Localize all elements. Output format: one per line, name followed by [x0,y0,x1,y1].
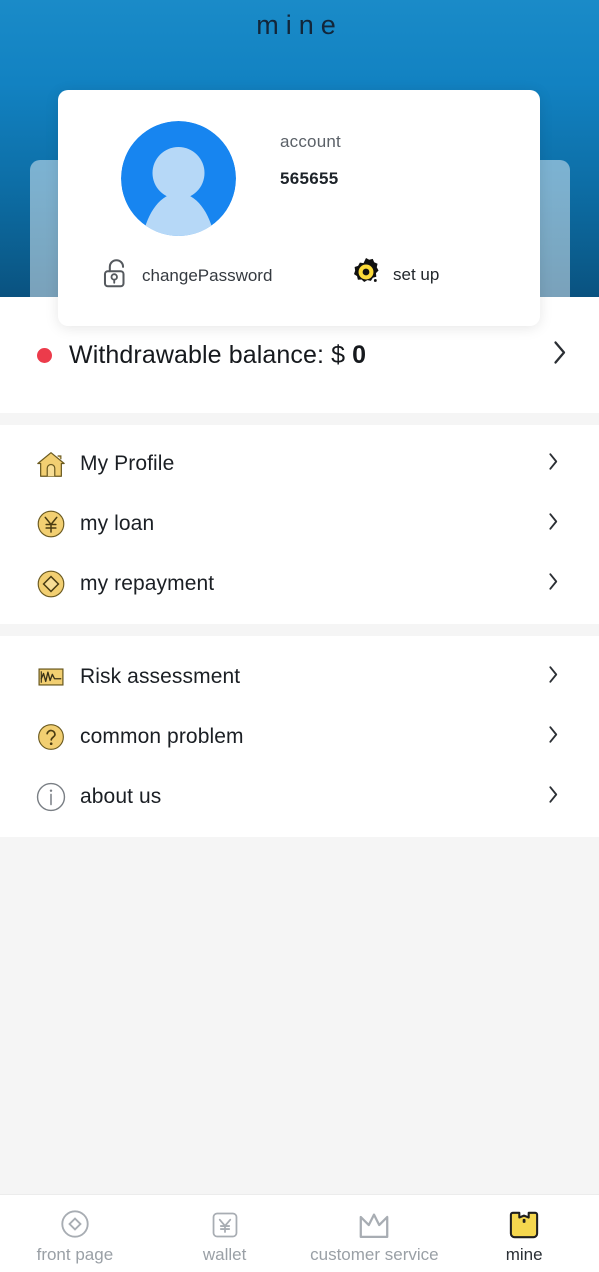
menu-item-label: my loan [80,512,155,535]
tab-label: wallet [202,1244,247,1264]
menu-item-about-us[interactable]: about us [0,767,599,827]
account-label: account [280,132,341,151]
menu-item-label: common problem [80,725,244,748]
withdrawable-balance-amount: 0 [352,340,367,369]
circle-diamond-icon [59,1206,91,1240]
tab-label: front page [36,1244,114,1264]
set-up-button[interactable]: set up [350,256,439,293]
chevron-right-icon [553,341,567,370]
chevron-right-icon [548,785,559,809]
chevron-right-icon [548,572,559,596]
chevron-right-icon [548,725,559,749]
wallet-person-icon [509,1206,539,1240]
profile-card: account 565655 changePassword set up [58,90,540,326]
unlock-icon [101,256,131,295]
menu-group-account: My Profile my loan my repayment [0,425,599,624]
withdrawable-balance-label: Withdrawable balance: $ 0 [69,340,367,369]
menu-item-my-repayment[interactable]: my repayment [0,554,599,614]
yen-coin-icon [34,507,68,541]
chevron-right-icon [548,512,559,536]
page-title: mine [256,10,343,40]
menu-item-my-profile[interactable]: My Profile [0,434,599,494]
tab-front-page[interactable]: front page [0,1195,150,1272]
status-dot-icon [37,347,52,363]
menu-group-support: Risk assessment common problem about us [0,636,599,837]
menu-item-label: My Profile [80,452,175,475]
info-circle-icon [34,780,68,814]
yen-square-icon [210,1206,240,1240]
chevron-right-icon [548,452,559,476]
gear-icon [350,256,382,293]
tab-customer-service[interactable]: customer service [300,1195,450,1272]
tab-label: mine [505,1244,543,1264]
crown-icon [357,1206,391,1240]
section-divider [0,624,599,636]
menu-item-my-loan[interactable]: my loan [0,494,599,554]
tab-label: customer service [310,1244,439,1264]
chevron-right-icon [548,665,559,689]
menu-item-common-problem[interactable]: common problem [0,707,599,767]
menu-item-risk-assessment[interactable]: Risk assessment [0,647,599,707]
set-up-label: set up [393,264,440,284]
chart-waveform-icon [34,660,68,694]
menu-item-label: Risk assessment [80,665,241,688]
account-value: 565655 [280,169,339,188]
bottom-navigation: front page wallet customer service mine [0,1194,599,1272]
question-circle-icon [34,720,68,754]
change-password-button[interactable]: changePassword [101,256,272,295]
page-content: Withdrawable balance: $ 0 My Profile my … [0,297,599,1272]
profile-card-actions: changePassword set up [58,250,540,310]
tab-mine[interactable]: mine [449,1195,599,1272]
menu-item-label: my repayment [80,572,215,595]
section-divider [0,413,599,425]
menu-item-label: about us [80,785,162,808]
change-password-label: changePassword [142,265,273,285]
coin-diamond-icon [34,567,68,601]
tab-wallet[interactable]: wallet [150,1195,300,1272]
house-icon [34,447,68,481]
user-avatar-icon[interactable] [121,121,236,236]
account-info: account 565655 [280,130,341,191]
